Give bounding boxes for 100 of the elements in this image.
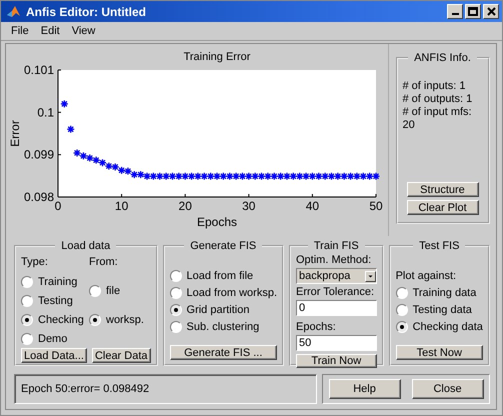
button[interactable]: Train Now bbox=[296, 354, 377, 368]
option-label[interactable]: worksp. bbox=[106, 314, 144, 326]
close-button[interactable] bbox=[483, 4, 499, 19]
data-point bbox=[142, 172, 152, 180]
option-label[interactable]: Checking bbox=[38, 314, 84, 326]
field-label: Plot against: bbox=[396, 270, 458, 282]
button[interactable]: Load Data... bbox=[21, 348, 87, 363]
radio-button[interactable] bbox=[396, 321, 408, 333]
radio-button[interactable] bbox=[170, 270, 182, 282]
panel-title: ANFIS Info. bbox=[413, 52, 472, 64]
data-point bbox=[124, 167, 132, 176]
data-point bbox=[66, 125, 75, 134]
data-point bbox=[334, 172, 342, 180]
data-point bbox=[340, 172, 348, 180]
data-point bbox=[276, 172, 285, 180]
data-point bbox=[257, 172, 266, 180]
tick-label: 0.1 bbox=[37, 105, 54, 120]
data-point bbox=[308, 172, 317, 180]
option-label[interactable]: Load from worksp. bbox=[186, 287, 277, 299]
radio-button[interactable] bbox=[21, 314, 33, 326]
panel-title: Test FIS bbox=[418, 240, 460, 252]
data-point bbox=[79, 152, 88, 160]
menu-item[interactable]: View bbox=[66, 25, 102, 37]
menu-item[interactable]: Edit bbox=[34, 25, 66, 37]
data-point bbox=[187, 172, 196, 180]
button[interactable]: Clear Plot bbox=[406, 200, 478, 215]
info-text: # of inputs: 1 bbox=[402, 80, 466, 92]
data-point bbox=[296, 172, 304, 180]
data-point bbox=[366, 172, 374, 180]
input-field[interactable]: 0 bbox=[296, 300, 377, 316]
radio-button[interactable] bbox=[89, 314, 101, 326]
data-point bbox=[149, 172, 158, 180]
button[interactable]: Generate FIS ... bbox=[170, 345, 277, 360]
option-label[interactable]: Training data bbox=[412, 287, 476, 299]
option-label[interactable]: Sub. clustering bbox=[186, 321, 260, 333]
radio-button[interactable] bbox=[170, 321, 182, 333]
radio-button[interactable] bbox=[396, 287, 408, 299]
data-point bbox=[111, 162, 120, 172]
data-point bbox=[130, 170, 138, 179]
radio-button[interactable] bbox=[21, 276, 33, 288]
option-label[interactable]: Checking data bbox=[412, 321, 483, 333]
radio-button[interactable] bbox=[89, 285, 101, 297]
radio-button[interactable] bbox=[396, 304, 408, 316]
data-point bbox=[302, 172, 310, 180]
option-label[interactable]: file bbox=[106, 285, 120, 297]
menu-item[interactable]: File bbox=[5, 25, 35, 37]
data-point bbox=[289, 172, 298, 180]
data-point bbox=[346, 172, 355, 180]
data-point bbox=[244, 172, 253, 180]
data-point bbox=[60, 100, 68, 108]
option-label[interactable]: Load from file bbox=[186, 270, 254, 282]
data-point bbox=[320, 172, 330, 180]
data-point bbox=[232, 172, 240, 180]
minimize-icon bbox=[452, 13, 458, 15]
maximize-button[interactable] bbox=[465, 4, 481, 19]
button[interactable]: Close bbox=[412, 379, 484, 399]
data-point bbox=[282, 172, 292, 180]
radio-button[interactable] bbox=[170, 304, 182, 316]
radio-button[interactable] bbox=[21, 332, 33, 344]
input-field[interactable]: 50 bbox=[296, 335, 377, 351]
data-point bbox=[98, 158, 107, 167]
tick-label: 10 bbox=[114, 199, 128, 213]
button[interactable]: Clear Data bbox=[92, 348, 151, 363]
tick-label: 50 bbox=[369, 199, 383, 213]
panel-title: Load data bbox=[60, 240, 112, 252]
tick-label: 40 bbox=[306, 199, 320, 213]
option-label[interactable]: Demo bbox=[38, 332, 68, 344]
data-point bbox=[92, 156, 100, 164]
data-point bbox=[206, 172, 215, 180]
field-label: From: bbox=[89, 256, 119, 270]
window-title: Anfis Editor: Untitled bbox=[26, 4, 147, 18]
data-point bbox=[136, 170, 145, 179]
app-icon bbox=[6, 4, 21, 19]
tick-label: 0.098 bbox=[24, 190, 54, 204]
minimize-button[interactable] bbox=[447, 4, 463, 19]
button[interactable]: Structure bbox=[406, 182, 478, 197]
option-label[interactable]: Testing data bbox=[412, 304, 472, 316]
button[interactable]: Help bbox=[328, 379, 400, 399]
field-label: Epochs: bbox=[296, 321, 337, 333]
close-icon bbox=[486, 7, 496, 16]
field-label: Optim. Method: bbox=[296, 254, 372, 266]
radio-button[interactable] bbox=[170, 287, 182, 299]
button[interactable]: Test Now bbox=[396, 345, 483, 360]
radio-button[interactable] bbox=[21, 294, 33, 306]
data-point bbox=[86, 154, 94, 162]
axis-title: Epochs bbox=[196, 215, 238, 229]
info-text: 20 bbox=[402, 119, 416, 131]
option-label[interactable]: Grid partition bbox=[186, 304, 250, 316]
tick-label: 30 bbox=[242, 199, 256, 213]
info-text: # of input mfs: bbox=[402, 106, 473, 118]
field-label: Type: bbox=[21, 256, 49, 270]
data-point bbox=[200, 172, 208, 180]
data-point bbox=[117, 166, 126, 174]
option-label[interactable]: Testing bbox=[38, 294, 73, 306]
data-point bbox=[104, 162, 114, 170]
panel-title: Generate FIS bbox=[189, 240, 258, 252]
data-point bbox=[168, 172, 177, 180]
option-label[interactable]: Training bbox=[38, 276, 78, 288]
method-dropdown[interactable]: backpropa bbox=[296, 268, 377, 284]
data-point bbox=[359, 172, 368, 180]
